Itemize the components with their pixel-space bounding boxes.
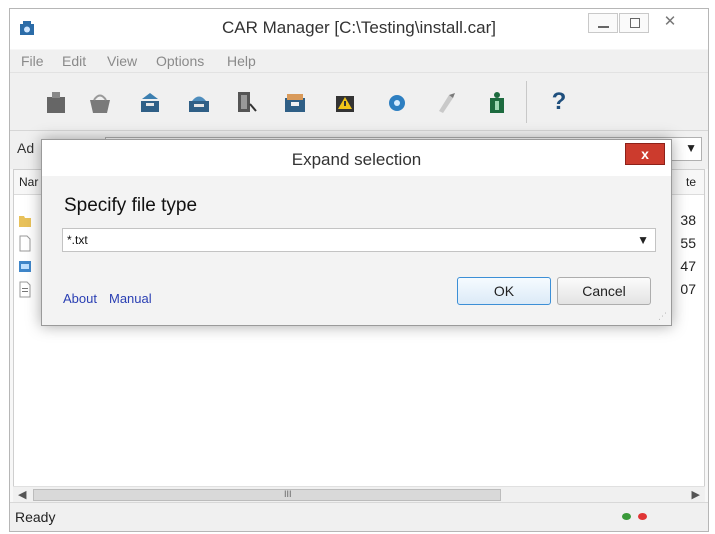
dialog-title-bar: Expand selection x [42,140,671,176]
chevron-down-icon[interactable]: ▼ [685,141,697,155]
title-bar: CAR Manager [C:\Testing\install.car] ✕ [10,9,708,49]
status-text: Ready [15,509,56,525]
menu-file[interactable]: File [21,53,44,69]
chevron-down-icon[interactable]: ▼ [637,233,649,247]
cancel-button[interactable]: Cancel [557,277,651,305]
menu-view[interactable]: View [107,53,137,69]
address-label: Ad [17,140,35,156]
toolbar-separator [526,81,527,123]
menu-edit[interactable]: Edit [62,53,86,69]
help-icon[interactable]: ? [546,89,572,115]
status-led-green [622,513,631,520]
scroll-left-icon[interactable]: ◀ [18,488,26,501]
maximize-button[interactable] [619,13,649,33]
list-item-date: 07 [680,281,696,297]
warning-icon[interactable] [332,89,358,115]
bag-icon[interactable] [43,89,69,115]
extract-icon[interactable] [137,89,163,115]
menu-bar: File Edit View Options Help [10,50,708,72]
disk-icon[interactable] [384,89,410,115]
grip-icon: III [284,489,292,499]
resize-grip-icon[interactable]: ⋰ [658,311,667,322]
dialog-title: Expand selection [291,150,422,169]
file-icon [19,235,31,252]
basket-icon[interactable] [87,89,113,115]
filter-icon[interactable] [233,89,259,115]
status-led-red [638,513,647,520]
folder-icon [19,216,31,227]
menu-options[interactable]: Options [156,53,204,69]
manual-link[interactable]: Manual [109,291,152,306]
dialog-close-button[interactable]: x [625,143,665,165]
column-name-header[interactable]: Nar [19,175,38,189]
status-bar: Ready [10,502,708,531]
text-file-icon [19,281,31,298]
minimize-button[interactable] [588,13,618,33]
box-icon[interactable] [282,89,308,115]
list-item-date: 47 [680,258,696,274]
about-link[interactable]: About [63,291,97,306]
toolbar: ? [10,72,708,130]
scroll-right-icon[interactable]: ▶ [692,488,700,501]
info-icon[interactable] [484,89,510,115]
file-type-combo[interactable]: *.txt ▼ [62,228,656,252]
image-file-icon [19,261,31,272]
dialog-heading: Specify file type [64,195,198,216]
ok-button[interactable]: OK [457,277,551,305]
list-item-date: 38 [680,212,696,228]
expand-selection-dialog: Expand selection x Specify file type *.t… [41,139,672,326]
scroll-thumb[interactable]: III [33,489,501,501]
file-type-value[interactable]: *.txt [67,233,88,247]
pack-icon[interactable] [186,89,212,115]
close-button[interactable]: ✕ [655,13,685,33]
menu-help[interactable]: Help [227,53,256,69]
column-date-header[interactable]: te [686,175,696,189]
brush-icon[interactable] [433,89,459,115]
list-item-date: 55 [680,235,696,251]
